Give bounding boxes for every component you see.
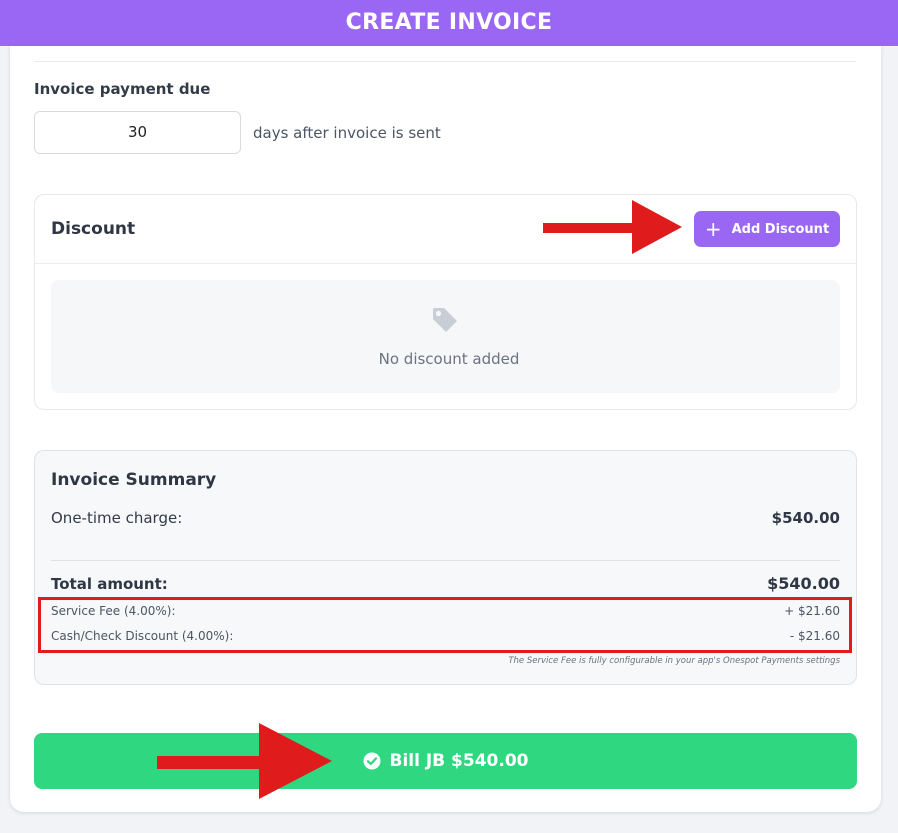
payment-due-suffix: days after invoice is sent (253, 124, 441, 142)
payment-due-label: Invoice payment due (34, 80, 211, 98)
highlight-box (38, 597, 852, 653)
service-fee-note: The Service Fee is fully configurable in… (508, 656, 840, 666)
add-discount-button[interactable]: + Add Discount (694, 211, 840, 247)
total-amount-value: $540.00 (767, 574, 840, 593)
summary-title: Invoice Summary (51, 470, 217, 490)
annotation-arrow-icon (543, 200, 682, 254)
section-divider (34, 61, 856, 62)
add-discount-label: Add Discount (731, 221, 830, 237)
discount-divider (35, 263, 856, 264)
page-title: CREATE INVOICE (345, 10, 553, 35)
invoice-card (10, 46, 881, 812)
payment-due-input[interactable]: 30 (34, 111, 241, 154)
one-time-charge-value: $540.00 (771, 509, 840, 527)
summary-divider (51, 560, 840, 561)
check-circle-icon (363, 752, 380, 770)
one-time-charge-label: One-time charge: (51, 509, 183, 527)
bill-button-label: Bill JB $540.00 (389, 751, 529, 771)
page-header: CREATE INVOICE (0, 0, 898, 46)
tag-icon (433, 308, 457, 332)
discount-title: Discount (51, 219, 136, 239)
plus-icon: + (704, 217, 722, 241)
no-discount-text: No discount added (378, 350, 520, 368)
discount-empty-state (51, 280, 840, 393)
total-amount-label: Total amount: (51, 575, 168, 593)
annotation-arrow-icon (157, 723, 332, 799)
